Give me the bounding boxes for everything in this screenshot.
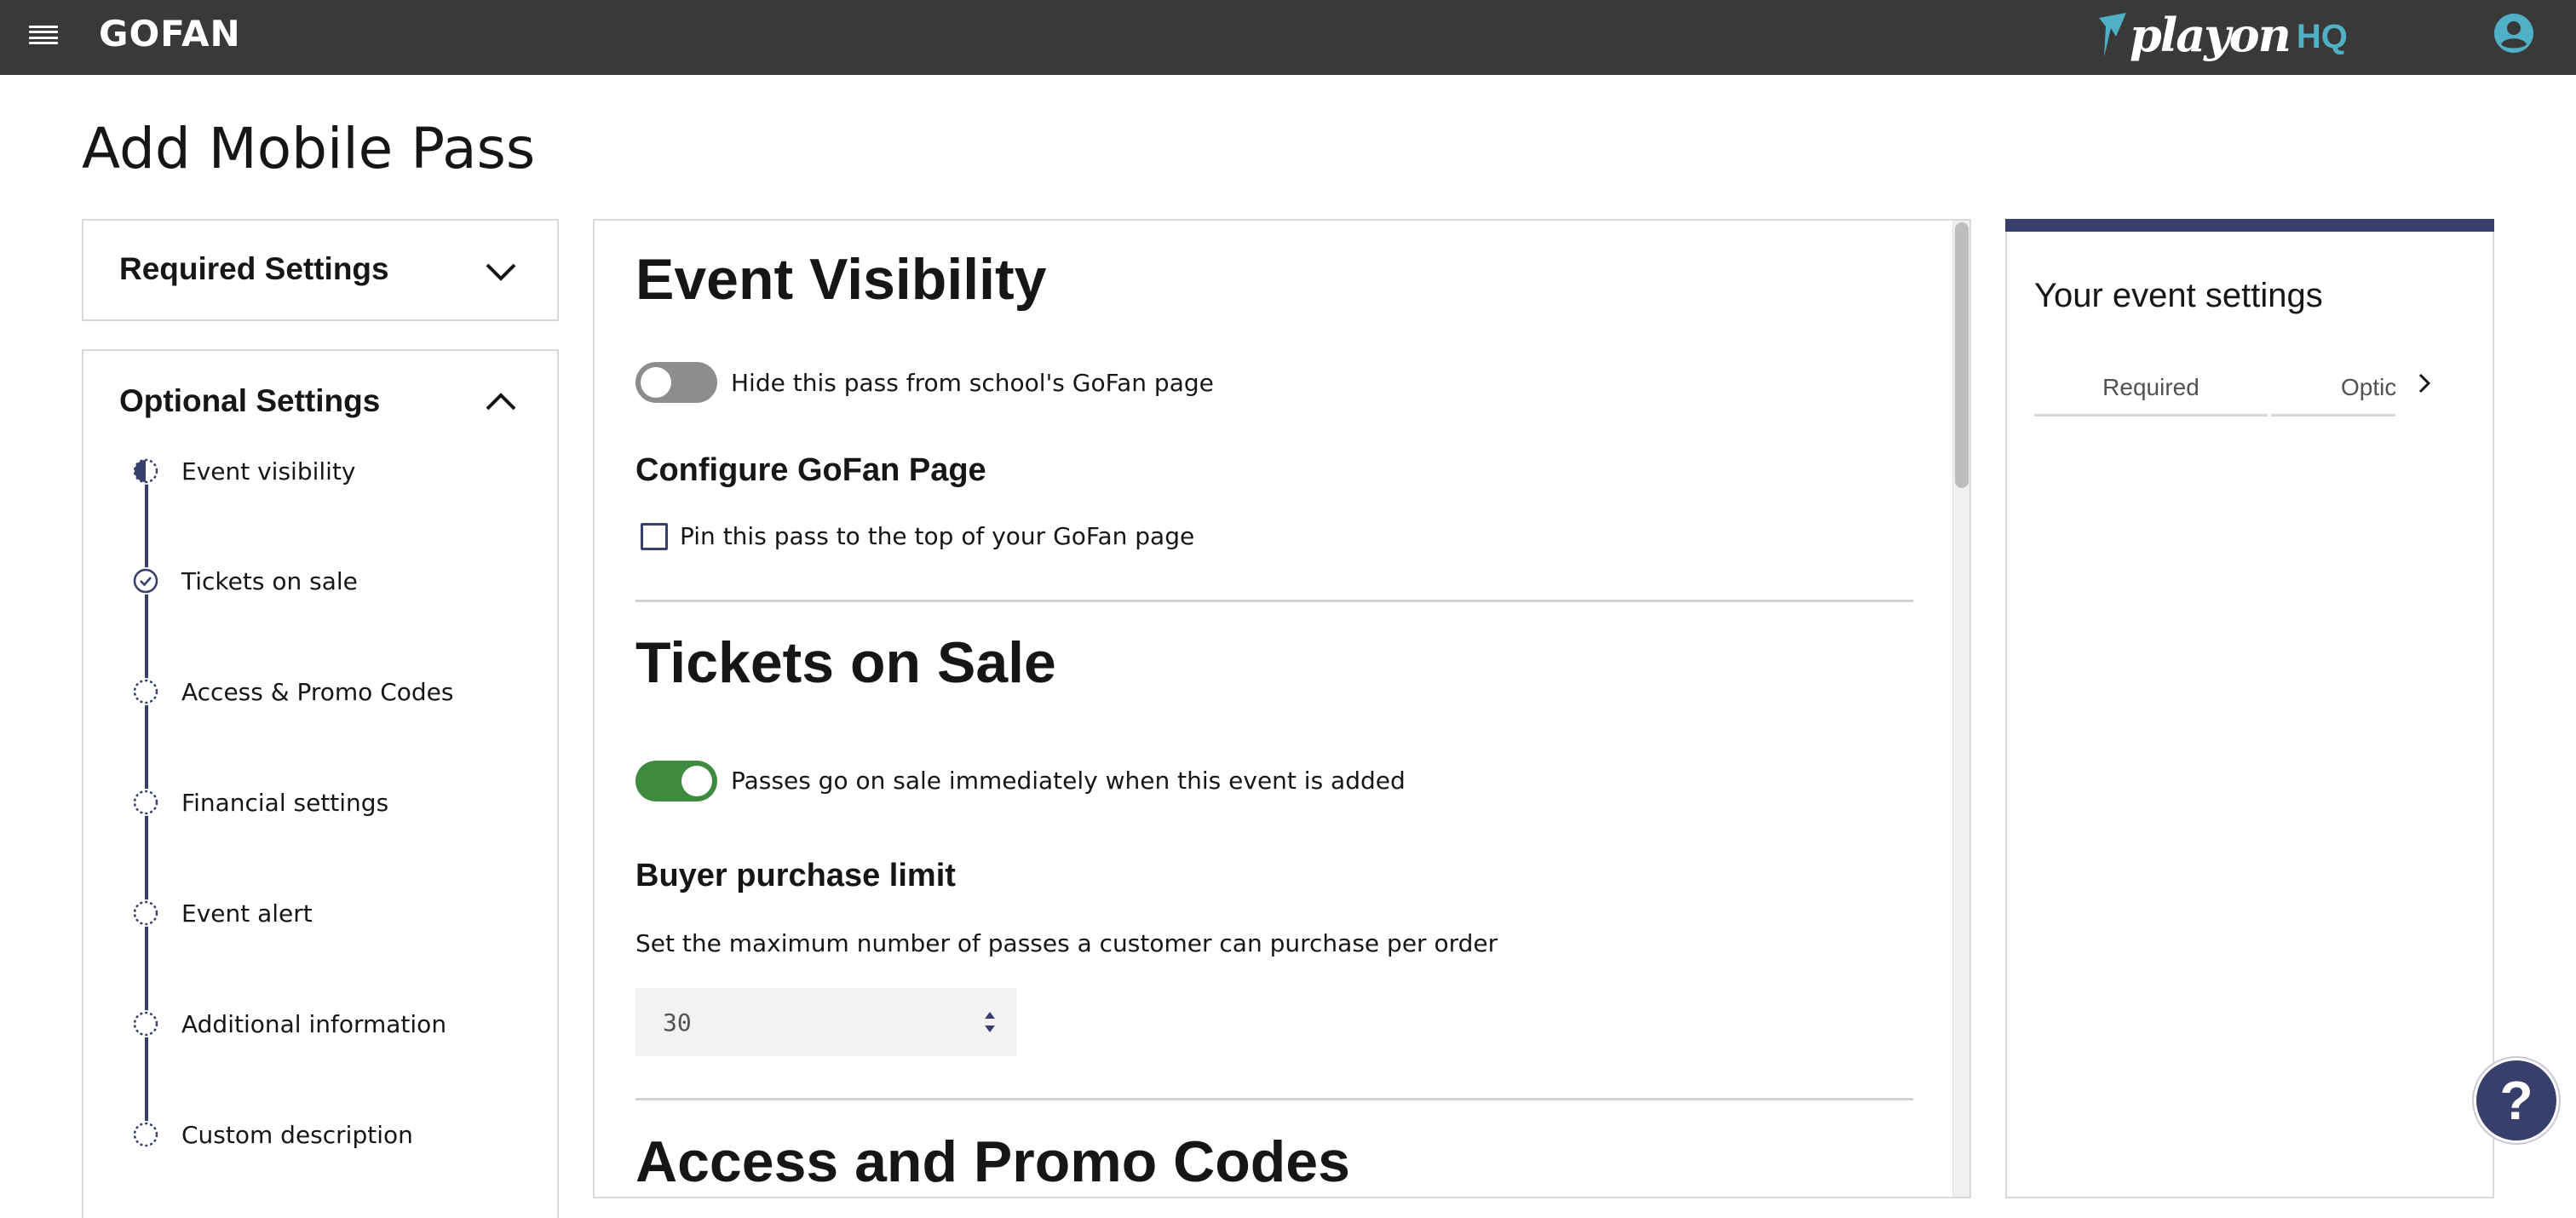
tickets-on-sale-heading: Tickets on Sale	[635, 630, 1056, 695]
event-visibility-heading: Event Visibility	[635, 247, 1047, 312]
number-stepper-icon[interactable]	[981, 1007, 998, 1037]
chevron-right-icon[interactable]	[2414, 371, 2435, 396]
top-navigation-bar: GOFAN playon HQ	[0, 0, 2576, 75]
dashed-circle-icon	[132, 789, 159, 816]
purchase-limit-help-text: Set the maximum number of passes a custo…	[635, 929, 1498, 957]
event-settings-summary: Your event settings Required Optic	[2005, 219, 2494, 1198]
required-settings-panel[interactable]: Required Settings	[82, 219, 559, 321]
tab-optional[interactable]: Optic	[2271, 365, 2395, 417]
step-event-alert[interactable]: Event alert	[132, 896, 313, 930]
dashed-circle-icon	[132, 1010, 159, 1037]
on-sale-immediately-toggle[interactable]	[635, 761, 717, 801]
playon-arrow-icon	[2099, 13, 2126, 57]
toggle-knob	[641, 367, 671, 398]
purchase-limit-input[interactable]: 30	[635, 988, 1017, 1056]
buyer-purchase-limit-heading: Buyer purchase limit	[635, 858, 956, 893]
required-settings-title[interactable]: Required Settings	[119, 251, 389, 287]
chevron-up-icon[interactable]	[484, 392, 518, 412]
access-promo-codes-heading: Access and Promo Codes	[635, 1129, 1350, 1194]
configure-gofan-page-heading: Configure GoFan Page	[635, 452, 986, 488]
pin-pass-label: Pin this pass to the top of your GoFan p…	[680, 522, 1195, 550]
playon-hq-logo[interactable]: playon HQ	[2097, 7, 2348, 63]
gofan-logo[interactable]: GOFAN	[99, 13, 241, 55]
step-label: Tickets on sale	[181, 566, 358, 595]
section-divider	[635, 600, 1913, 602]
tab-underline	[2271, 414, 2395, 417]
step-label: Additional information	[181, 1009, 447, 1038]
chevron-down-icon[interactable]	[484, 261, 518, 282]
step-custom-description[interactable]: Custom description	[132, 1117, 413, 1152]
dashed-circle-icon	[132, 899, 159, 927]
help-button[interactable]: ?	[2474, 1058, 2559, 1143]
playon-hq-suffix: HQ	[2296, 17, 2348, 55]
check-circle-icon	[132, 567, 159, 595]
on-sale-immediately-label: Passes go on sale immediately when this …	[731, 767, 1406, 795]
step-label: Event alert	[181, 899, 313, 928]
tab-label: Optic	[2341, 374, 2395, 400]
summary-accent-bar	[2005, 219, 2494, 232]
section-divider	[635, 1098, 1913, 1100]
dashed-circle-icon	[132, 1121, 159, 1148]
playon-wordmark: playon	[2130, 8, 2291, 62]
optional-settings-title[interactable]: Optional Settings	[119, 383, 380, 419]
step-financial-settings[interactable]: Financial settings	[132, 785, 388, 819]
summary-title: Your event settings	[2034, 277, 2323, 314]
step-label: Custom description	[181, 1120, 413, 1149]
step-label: Access & Promo Codes	[181, 677, 454, 706]
vertical-scrollbar-thumb[interactable]	[1955, 222, 1969, 488]
user-avatar-icon[interactable]	[2493, 12, 2535, 55]
step-access-promo-codes[interactable]: Access & Promo Codes	[132, 675, 453, 709]
step-event-visibility[interactable]: Event visibility	[132, 454, 356, 488]
settings-form-scroll-area[interactable]: Event Visibility Hide this pass from sch…	[593, 219, 1971, 1198]
tab-label: Required	[2102, 374, 2199, 400]
tab-underline	[2034, 414, 2268, 417]
step-additional-information[interactable]: Additional information	[132, 1007, 446, 1041]
hide-pass-toggle[interactable]	[635, 362, 717, 403]
step-label: Financial settings	[181, 788, 389, 817]
pin-pass-checkbox[interactable]	[641, 523, 668, 550]
step-tickets-on-sale[interactable]: Tickets on sale	[132, 564, 358, 598]
half-filled-circle-icon	[132, 457, 159, 485]
hide-pass-label: Hide this pass from school's GoFan page	[731, 369, 1214, 397]
dashed-circle-icon	[132, 678, 159, 705]
toggle-knob	[681, 766, 712, 796]
hamburger-menu-icon[interactable]	[29, 22, 58, 48]
tab-required[interactable]: Required	[2034, 365, 2268, 417]
page-title: Add Mobile Pass	[82, 116, 536, 181]
purchase-limit-value[interactable]: 30	[663, 1008, 692, 1037]
step-label: Event visibility	[181, 457, 356, 485]
